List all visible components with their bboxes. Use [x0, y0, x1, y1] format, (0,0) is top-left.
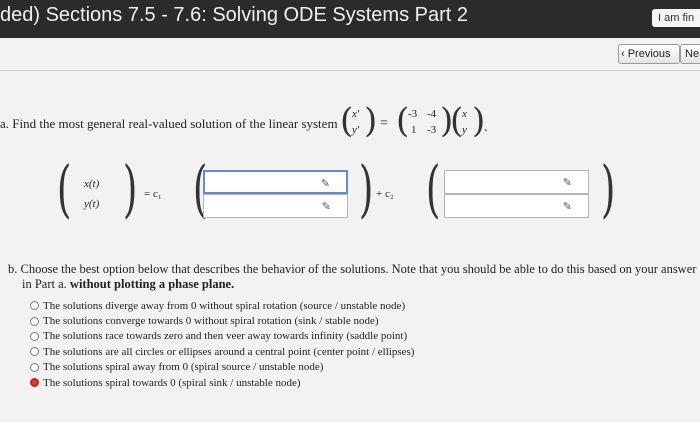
page-title: ded) Sections 7.5 - 7.6: Solving ODE Sys… [0, 4, 468, 26]
user-status-button[interactable]: I am fin [652, 9, 700, 27]
right-paren: ) [122, 152, 138, 225]
lhs-bottom: y′ [352, 124, 360, 136]
part-b-line-1: b. Choose the best option below that des… [8, 262, 697, 276]
answer-option[interactable]: The solutions spiral towards 0 (spiral s… [30, 375, 414, 390]
answer-option[interactable]: The solutions diverge away from 0 withou… [30, 298, 414, 313]
matrix-a11: -3 [408, 108, 418, 120]
answer-option-label: The solutions race towards zero and then… [43, 330, 408, 343]
pencil-icon: ✎ [321, 201, 331, 213]
right-paren: ) [600, 152, 616, 225]
solution-field-2-bottom[interactable]: ✎ [444, 194, 589, 218]
answer-option-label: The solutions diverge away from 0 withou… [43, 299, 406, 312]
answer-option[interactable]: The solutions converge towards 0 without… [30, 313, 414, 328]
part-b-line-2-text: in Part a. [22, 277, 70, 291]
radio-button[interactable] [30, 301, 39, 311]
lhs-top: x′ [352, 108, 360, 120]
solution-field-2-top[interactable]: ✎ [444, 170, 589, 194]
matrix-a21: 1 [411, 124, 417, 136]
c2-label: + c₂ [376, 188, 394, 200]
answer-option-label: The solutions converge towards 0 without… [43, 315, 379, 328]
pencil-icon: ✎ [562, 201, 572, 213]
matrix-a22: -3 [427, 124, 437, 136]
pencil-icon: ✎ [562, 177, 572, 189]
solution-field-1-top[interactable]: ✎ [203, 170, 348, 194]
next-button[interactable]: Ne [680, 44, 700, 64]
radio-button[interactable] [30, 347, 39, 357]
radio-button[interactable] [30, 331, 39, 341]
answer-option[interactable]: The solutions spiral away from 0 (spiral… [30, 360, 414, 375]
part-b-prompt: b. Choose the best option below that des… [8, 262, 698, 292]
matrix-a12: -4 [427, 108, 437, 120]
x-label: x(t) [84, 178, 100, 190]
left-paren: ( [56, 152, 72, 225]
part-b-line-2: in Part a. without plotting a phase plan… [8, 277, 698, 292]
y-label: y(t) [84, 198, 100, 210]
solution-field-1-bottom[interactable]: ✎ [203, 194, 348, 218]
answer-options: The solutions diverge away from 0 withou… [30, 298, 414, 390]
rhs-bottom: y [462, 124, 467, 136]
c1-label: = c₁ [144, 188, 162, 200]
period: . [484, 120, 488, 135]
answer-option[interactable]: The solutions are all circles or ellipse… [30, 344, 414, 359]
answer-option-label: The solutions spiral towards 0 (spiral s… [43, 376, 301, 389]
answer-option[interactable]: The solutions race towards zero and then… [30, 329, 414, 344]
part-a-prompt: a. Find the most general real-valued sol… [0, 116, 338, 131]
pencil-icon: ✎ [320, 178, 330, 190]
left-paren: ( [425, 152, 441, 225]
radio-button[interactable] [30, 316, 39, 326]
header-bar: ded) Sections 7.5 - 7.6: Solving ODE Sys… [0, 0, 700, 38]
part-b-line-2-bold: without plotting a phase plane. [69, 277, 235, 291]
rhs-top: x [462, 108, 467, 120]
answer-option-label: The solutions spiral away from 0 (spiral… [43, 361, 324, 374]
equals-sign: = [380, 116, 388, 131]
previous-button[interactable]: ‹ Previous [618, 44, 680, 64]
divider [0, 70, 700, 71]
answer-option-label: The solutions are all circles or ellipse… [43, 345, 415, 358]
solution-row: ( x(t) y(t) ) = c₁ ( ✎ ✎ ) + c₂ ( ✎ ✎ ) [0, 158, 700, 228]
radio-button[interactable] [30, 378, 39, 388]
right-paren: ) [364, 101, 378, 141]
radio-button[interactable] [30, 362, 39, 372]
right-paren: ) [358, 152, 374, 225]
